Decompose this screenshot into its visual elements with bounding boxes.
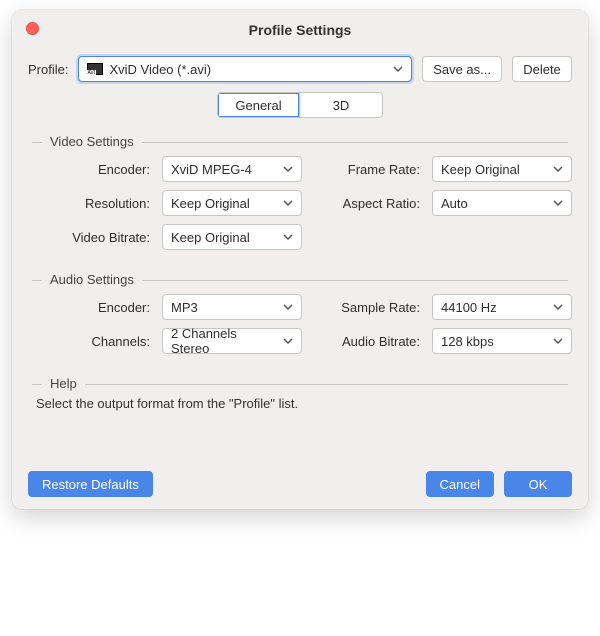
titlebar: Profile Settings — [12, 10, 588, 50]
restore-defaults-button[interactable]: Restore Defaults — [28, 471, 153, 497]
help-legend: Help — [42, 376, 85, 391]
close-window-button[interactable] — [26, 22, 39, 35]
profile-select-value: XviD Video (*.avi) — [109, 62, 211, 77]
audio-bitrate-select[interactable]: 128 kbps — [432, 328, 572, 354]
sample-rate-label: Sample Rate: — [312, 300, 422, 315]
audio-settings-legend: Audio Settings — [42, 272, 142, 287]
audio-settings-fieldset: Audio Settings Encoder: MP3 Sample Rate:… — [32, 272, 568, 354]
video-settings-fieldset: Video Settings Encoder: XviD MPEG-4 Fram… — [32, 134, 568, 250]
cancel-button[interactable]: Cancel — [426, 471, 494, 497]
chevron-down-icon — [553, 334, 563, 349]
video-encoder-value: XviD MPEG-4 — [171, 162, 252, 177]
chevron-down-icon — [283, 196, 293, 211]
video-bitrate-select[interactable]: Keep Original — [162, 224, 302, 250]
profile-label: Profile: — [28, 62, 68, 77]
video-encoder-label: Encoder: — [32, 162, 152, 177]
save-as-button[interactable]: Save as... — [422, 56, 502, 82]
chevron-down-icon — [553, 196, 563, 211]
help-text: Select the output format from the "Profi… — [32, 396, 568, 411]
video-bitrate-label: Video Bitrate: — [32, 230, 152, 245]
sample-rate-select[interactable]: 44100 Hz — [432, 294, 572, 320]
ok-button[interactable]: OK — [504, 471, 572, 497]
chevron-down-icon — [283, 162, 293, 177]
audio-encoder-select[interactable]: MP3 — [162, 294, 302, 320]
delete-button[interactable]: Delete — [512, 56, 572, 82]
video-encoder-select[interactable]: XviD MPEG-4 — [162, 156, 302, 182]
aspect-ratio-value: Auto — [441, 196, 468, 211]
profile-select[interactable]: XviD Video (*.avi) — [78, 56, 412, 82]
resolution-select[interactable]: Keep Original — [162, 190, 302, 216]
frame-rate-value: Keep Original — [441, 162, 520, 177]
resolution-label: Resolution: — [32, 196, 152, 211]
audio-encoder-label: Encoder: — [32, 300, 152, 315]
sample-rate-value: 44100 Hz — [441, 300, 497, 315]
chevron-down-icon — [553, 300, 563, 315]
chevron-down-icon — [283, 334, 293, 349]
video-settings-legend: Video Settings — [42, 134, 142, 149]
profile-row: Profile: XviD Video (*.avi) Save as... D… — [28, 56, 572, 82]
aspect-ratio-label: Aspect Ratio: — [312, 196, 422, 211]
content-area: Profile: XviD Video (*.avi) Save as... D… — [12, 50, 588, 411]
window-controls — [26, 22, 39, 35]
avi-file-icon — [87, 63, 103, 75]
window-title: Profile Settings — [249, 22, 352, 38]
channels-value: 2 Channels Stereo — [171, 326, 275, 356]
channels-label: Channels: — [32, 334, 152, 349]
audio-bitrate-label: Audio Bitrate: — [312, 334, 422, 349]
aspect-ratio-select[interactable]: Auto — [432, 190, 572, 216]
audio-bitrate-value: 128 kbps — [441, 334, 494, 349]
frame-rate-label: Frame Rate: — [312, 162, 422, 177]
chevron-down-icon — [283, 230, 293, 245]
chevron-down-icon — [393, 62, 403, 77]
chevron-down-icon — [553, 162, 563, 177]
tab-bar: General 3D — [28, 92, 572, 118]
tab-control: General 3D — [217, 92, 383, 118]
resolution-value: Keep Original — [171, 196, 250, 211]
tab-3d[interactable]: 3D — [300, 93, 382, 117]
tab-general[interactable]: General — [218, 93, 300, 117]
chevron-down-icon — [283, 300, 293, 315]
footer: Restore Defaults Cancel OK — [12, 471, 588, 497]
help-fieldset: Help Select the output format from the "… — [32, 376, 568, 411]
footer-right: Cancel OK — [426, 471, 572, 497]
channels-select[interactable]: 2 Channels Stereo — [162, 328, 302, 354]
frame-rate-select[interactable]: Keep Original — [432, 156, 572, 182]
video-bitrate-value: Keep Original — [171, 230, 250, 245]
profile-settings-window: Profile Settings Profile: XviD Video (*.… — [12, 10, 588, 509]
audio-encoder-value: MP3 — [171, 300, 198, 315]
